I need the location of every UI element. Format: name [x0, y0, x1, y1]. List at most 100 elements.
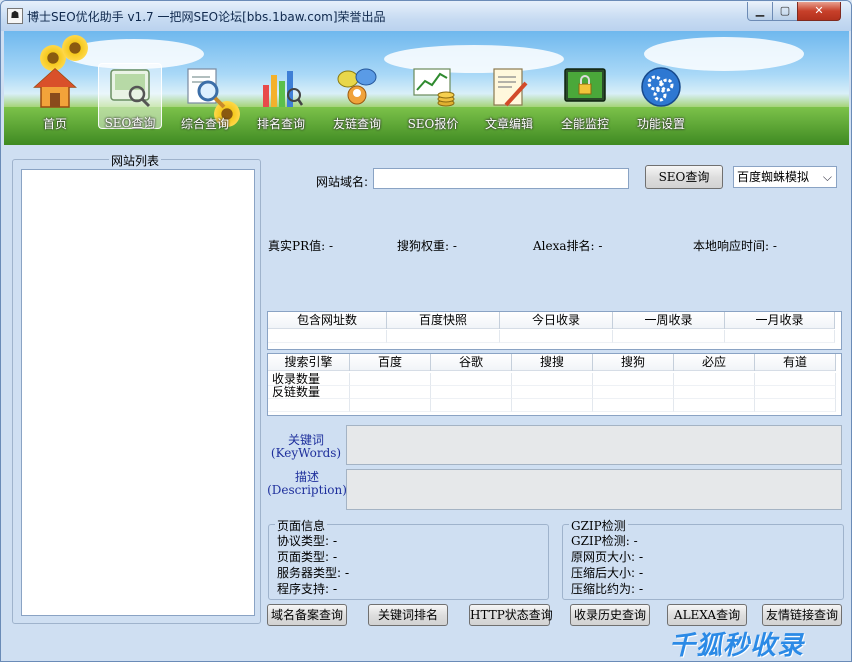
sogou-weight: 搜狗权重: - [397, 239, 457, 253]
toolbar-label: SEO查询 [104, 116, 156, 130]
gzip-info-group: GZIP检测 GZIP检测: - 原网页大小: - 压缩后大小: - 压缩比约为… [562, 517, 844, 600]
seo-query-button[interactable]: SEO查询 [645, 165, 723, 189]
page-type: 页面类型: - [277, 550, 338, 564]
app-icon: ☗ [7, 8, 23, 24]
friend-link-query-button[interactable]: 友情链接查询 [762, 604, 842, 626]
index-stats-table[interactable]: 包含网址数 百度快照 今日收录 一周收录 一月收录 [267, 311, 842, 350]
table-cell [593, 386, 674, 399]
money-chart-icon [413, 68, 455, 107]
table-cell [431, 399, 512, 412]
site-list[interactable] [21, 169, 255, 616]
engine-stats-table[interactable]: 搜索引擎 百度 谷歌 搜搜 搜狗 必应 有道 收录数量 反链数量 [267, 353, 842, 416]
column-header[interactable]: 今日收录 [500, 312, 613, 329]
table-cell [431, 386, 512, 399]
toolbar-item-home[interactable]: 首页 [22, 65, 88, 131]
magnifier-icon [187, 68, 226, 109]
site-list-title: 网站列表 [109, 152, 162, 169]
keyword-rank-button[interactable]: 关键词排名 [368, 604, 448, 626]
program-support: 程序支持: - [277, 582, 338, 596]
table-cell [613, 330, 725, 343]
table-cell [350, 373, 431, 386]
lock-monitor-icon [564, 68, 606, 102]
toolbar-item-rank-query[interactable]: 排名查询 [248, 65, 314, 131]
protocol-type: 协议类型: - [277, 534, 338, 548]
window-title: 博士SEO优化助手 v1.7 一把网SEO论坛[bbs.1baw.com]荣誉出… [27, 10, 386, 24]
table-cell [593, 373, 674, 386]
table-cell [674, 373, 755, 386]
toolbar-item-monitor[interactable]: 全能监控 [552, 65, 618, 131]
table-cell [674, 399, 755, 412]
toolbar-label: 功能设置 [636, 117, 685, 131]
toolbar-item-friend-link-query[interactable]: 友链查询 [324, 65, 390, 131]
toolbar-label: SEO报价 [407, 117, 459, 131]
bar-chart-icon [263, 71, 304, 107]
keywords-field[interactable] [346, 425, 842, 465]
maximize-button[interactable]: ▢ [772, 2, 798, 21]
column-header[interactable]: 百度快照 [387, 312, 500, 329]
column-header[interactable]: 搜狗 [593, 354, 674, 371]
seo-query-icon [110, 69, 151, 108]
table-cell [350, 386, 431, 399]
column-header[interactable]: 必应 [674, 354, 755, 371]
server-type: 服务器类型: - [277, 566, 350, 580]
watermark-text: 千狐秒收录 [669, 631, 805, 661]
document-edit-icon [493, 68, 528, 107]
toolbar-item-article-edit[interactable]: 文章编辑 [476, 65, 542, 131]
alexa-rank: Alexa排名: - [533, 239, 603, 253]
table-cell [593, 399, 674, 412]
table-cell [755, 386, 836, 399]
domain-input[interactable] [373, 168, 629, 189]
table-row[interactable] [268, 330, 835, 343]
toolbar-label: 排名查询 [256, 117, 305, 131]
column-header[interactable]: 有道 [755, 354, 836, 371]
index-history-query-button[interactable]: 收录历史查询 [570, 604, 650, 626]
table-row[interactable] [268, 399, 836, 412]
close-button[interactable]: ✕ [797, 2, 841, 21]
table-cell [725, 330, 835, 343]
column-header[interactable]: 包含网址数 [268, 312, 387, 329]
table-cell [512, 373, 593, 386]
gears-icon [641, 67, 681, 107]
http-status-query-button[interactable]: HTTP状态查询 [469, 604, 553, 626]
column-header[interactable]: 一月收录 [725, 312, 835, 329]
domain-label: 网站域名: [316, 175, 369, 189]
pr-value: 真实PR值: - [268, 239, 334, 253]
row-label: 反链数量 [268, 386, 350, 399]
table-row[interactable]: 收录数量 [268, 373, 836, 386]
table-cell [755, 399, 836, 412]
minimize-button[interactable]: ▁ [747, 2, 773, 21]
response-time: 本地响应时间: - [693, 239, 777, 253]
table-cell [268, 399, 350, 412]
toolbar-label: 友链查询 [332, 117, 381, 131]
column-header[interactable]: 百度 [350, 354, 431, 371]
toolbar-label: 首页 [42, 117, 67, 131]
spider-select[interactable]: 百度蜘蛛模拟 ⌵ [733, 166, 837, 188]
spider-select-value: 百度蜘蛛模拟 [737, 170, 810, 184]
home-icon [33, 67, 77, 108]
column-header[interactable]: 谷歌 [431, 354, 512, 371]
description-field[interactable] [346, 469, 842, 510]
table-cell [431, 373, 512, 386]
table-row[interactable]: 反链数量 [268, 386, 836, 399]
domain-record-query-button[interactable]: 域名备案查询 [267, 604, 347, 626]
column-header[interactable]: 搜搜 [512, 354, 593, 371]
keywords-label-en: (KeyWords) [270, 446, 342, 460]
alexa-query-button[interactable]: ALEXA查询 [667, 604, 747, 626]
toolbar-label: 文章编辑 [484, 117, 533, 131]
column-header[interactable]: 搜索引擎 [268, 354, 350, 371]
table-cell [387, 330, 500, 343]
toolbar-item-seo-query[interactable]: SEO查询 [98, 63, 162, 130]
table-header: 包含网址数 百度快照 今日收录 一周收录 一月收录 [268, 312, 835, 329]
table-cell [512, 386, 593, 399]
toolbar-item-general-query[interactable]: 综合查询 [172, 65, 238, 131]
table-cell [350, 399, 431, 412]
column-header[interactable]: 一周收录 [613, 312, 725, 329]
toolbar-item-seo-quote[interactable]: SEO报价 [400, 65, 466, 131]
site-list-group: 网站列表 [12, 152, 261, 624]
toolbar-item-settings[interactable]: 功能设置 [628, 65, 694, 131]
table-cell [674, 386, 755, 399]
description-label: 描述 (Description) [267, 471, 347, 497]
title-bar: ☗ 博士SEO优化助手 v1.7 一把网SEO论坛[bbs.1baw.com]荣… [1, 1, 851, 31]
compression-ratio: 压缩比约为: - [571, 582, 644, 596]
table-cell [268, 330, 387, 343]
